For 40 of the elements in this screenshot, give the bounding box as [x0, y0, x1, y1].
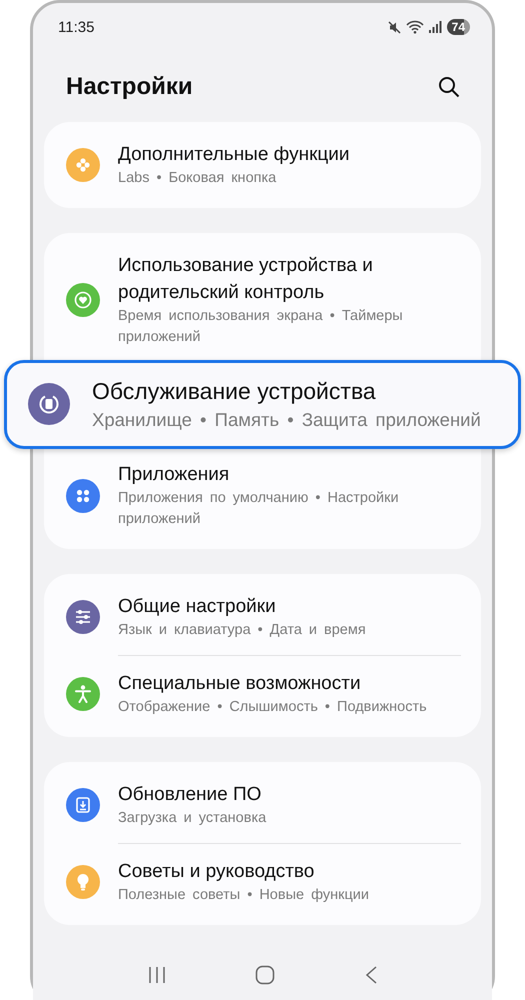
- flower-icon: [76, 158, 90, 172]
- item-title: Дополнительные функции: [118, 143, 350, 167]
- item-subtitle: Хранилище • Память • Защита приложений: [92, 408, 481, 432]
- settings-item[interactable]: Общие настройки Язык и клавиатура • Дата и время: [44, 581, 481, 653]
- settings-item[interactable]: Дополнительные функции Labs • Боковая кнопка: [44, 129, 481, 201]
- item-title: Использование устройства и родительский контроль: [118, 254, 374, 305]
- item-subtitle: Полезные советы • Новые функции: [118, 886, 369, 905]
- wifi-icon: [406, 20, 424, 34]
- recent-apps-icon[interactable]: [148, 966, 166, 984]
- settings-item[interactable]: Обслуживание устройства Хранилище • Память • Защита приложений: [4, 360, 521, 449]
- item-subtitle: Загрузка и установка: [118, 809, 266, 828]
- home-icon[interactable]: [254, 965, 274, 985]
- signal-icon: [428, 21, 442, 33]
- lightbulb-icon: [76, 873, 90, 891]
- item-subtitle: Язык и клавиатура • Дата и время: [118, 621, 366, 640]
- item-subtitle: Приложения по умолчанию • Настройки приложений: [118, 489, 400, 529]
- status-time: 11:35: [58, 18, 94, 36]
- item-subtitle: Отображение • Слышимость • Подвижность: [118, 698, 427, 717]
- item-title: Общие настройки: [118, 595, 277, 619]
- item-title: Обслуживание устройства: [92, 377, 377, 406]
- item-title: Специальные возможности: [118, 672, 362, 696]
- battery-level: 74: [446, 19, 470, 35]
- item-title: Приложения: [118, 463, 230, 487]
- settings-item[interactable]: Обновление ПО Загрузка и установка: [44, 769, 481, 841]
- item-subtitle: Labs • Боковая кнопка: [118, 169, 278, 188]
- item-title: Обновление ПО: [118, 783, 262, 807]
- back-icon[interactable]: [364, 966, 378, 984]
- page-title: Настройки: [66, 73, 193, 101]
- settings-item[interactable]: Специальные возможности Отображение • Слышимость • Подвижность: [44, 658, 481, 730]
- item-subtitle: Время использования экрана • Таймеры приложений: [118, 307, 404, 347]
- settings-item[interactable]: Советы и руководство Полезные советы • Новые функции: [44, 846, 481, 918]
- download-icon: [76, 797, 90, 813]
- settings-item[interactable]: Приложения Приложения по умолчанию • Настройки приложений: [44, 449, 481, 542]
- accessibility-icon: [75, 685, 91, 703]
- apps-icon: [76, 488, 90, 502]
- item-title: Советы и руководство: [118, 860, 316, 884]
- settings-item[interactable]: Использование устройства и родительский контроль Время использования экрана • Таймеры приложений: [44, 240, 481, 360]
- sliders-icon: [75, 610, 91, 624]
- search-icon[interactable]: [438, 76, 460, 98]
- mute-icon: [388, 20, 401, 34]
